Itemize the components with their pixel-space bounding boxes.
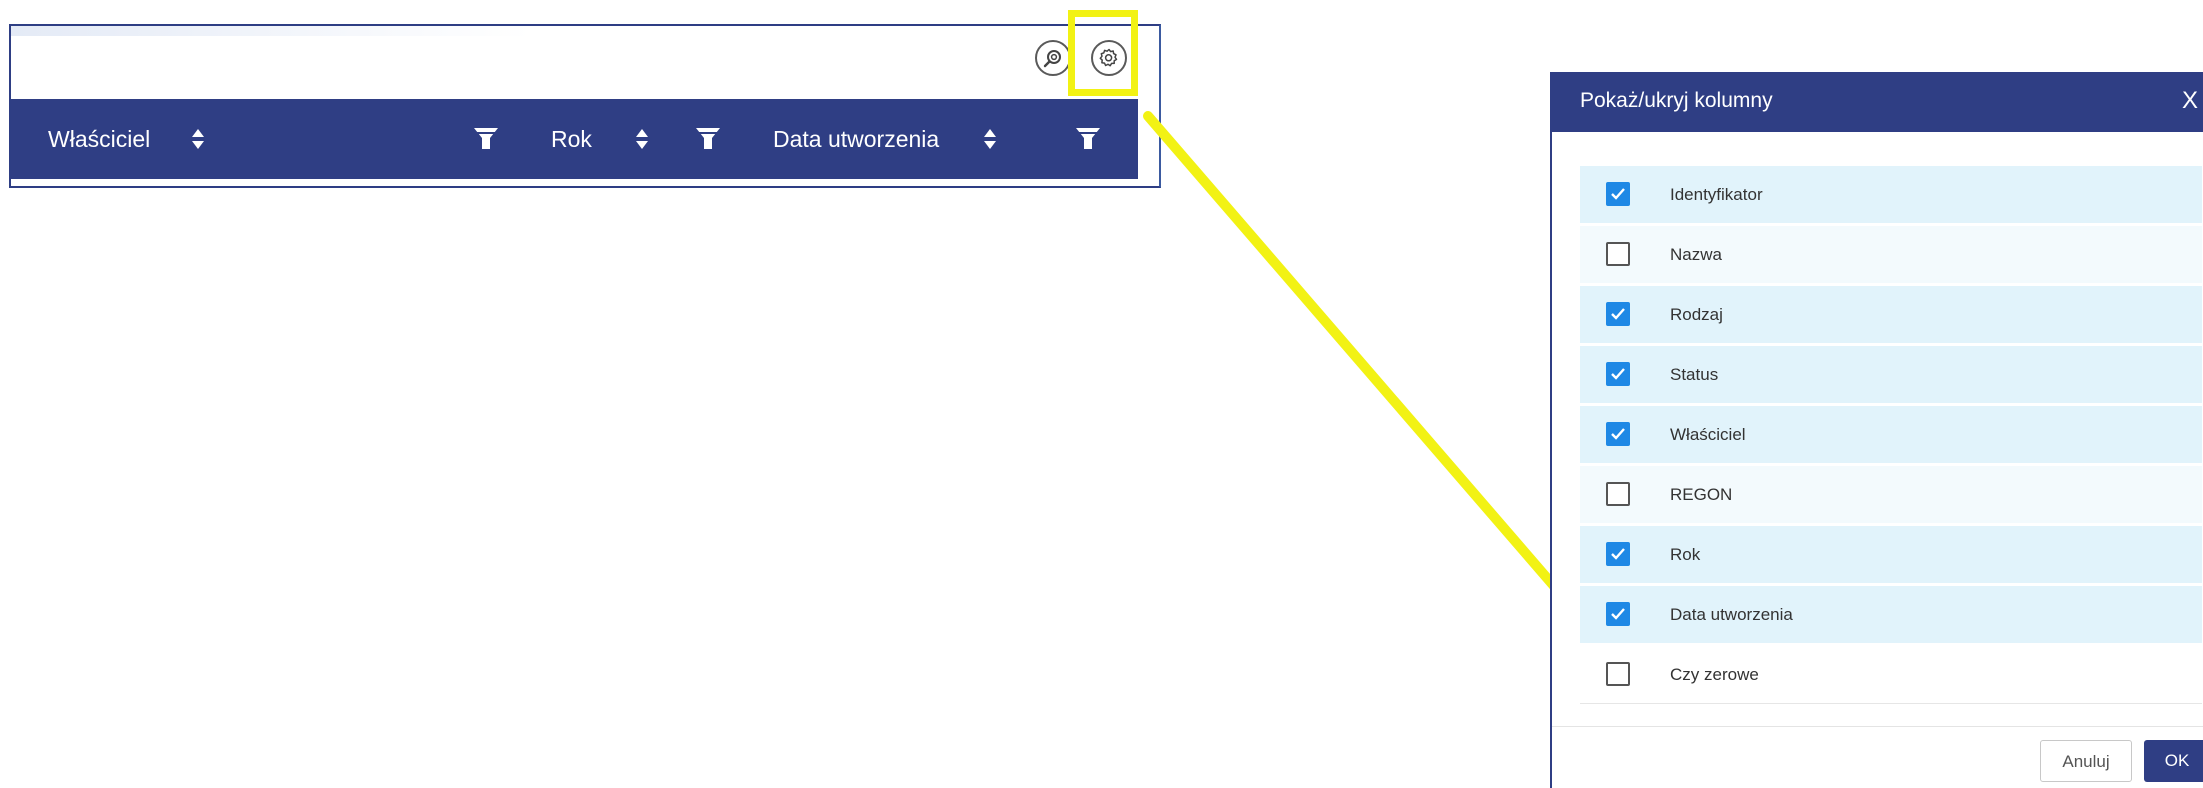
- list-item[interactable]: Rodzaj: [1580, 286, 2202, 344]
- search-icon: [1043, 50, 1061, 68]
- list-item-label: Właściciel: [1670, 425, 1746, 444]
- cancel-button[interactable]: Anuluj: [2040, 740, 2132, 782]
- list-item-label: Rok: [1670, 545, 1701, 564]
- checkmark-icon: [1611, 548, 1625, 560]
- filter-icon[interactable]: [1075, 127, 1101, 151]
- list-item[interactable]: Data utworzenia: [1580, 586, 2202, 644]
- checkmark-icon: [1611, 308, 1625, 320]
- list-item[interactable]: Właściciel: [1580, 406, 2202, 464]
- column-list: Identyfikator Nazwa Rodzaj Status Właści…: [1580, 166, 2202, 706]
- toolbar-shadow: [11, 26, 531, 36]
- dialog-header: Pokaż/ukryj kolumny X: [1552, 72, 2203, 132]
- checkbox-unchecked[interactable]: [1606, 662, 1630, 686]
- gear-icon: [1099, 48, 1118, 67]
- table-header-row: Właściciel Rok Data utworzenia: [11, 99, 1138, 179]
- filter-icon[interactable]: [473, 127, 499, 151]
- checkbox-checked[interactable]: [1606, 542, 1630, 566]
- checkbox-unchecked[interactable]: [1606, 482, 1630, 506]
- list-item-label: Data utworzenia: [1670, 605, 1793, 624]
- list-item[interactable]: Status: [1580, 346, 2202, 404]
- checkmark-icon: [1611, 428, 1625, 440]
- show-hide-columns-dialog: Pokaż/ukryj kolumny X Identyfikator Nazw…: [1550, 72, 2203, 788]
- list-item-label: REGON: [1670, 485, 1733, 504]
- checkbox-checked[interactable]: [1606, 302, 1630, 326]
- dialog-footer-divider: [1552, 726, 2203, 727]
- checkmark-icon: [1611, 608, 1625, 620]
- data-table-panel: Właściciel Rok Data utworzenia: [9, 24, 1161, 188]
- checkbox-unchecked[interactable]: [1606, 242, 1630, 266]
- list-item-label: Rodzaj: [1670, 305, 1723, 324]
- column-header-rok[interactable]: Rok: [551, 99, 592, 179]
- list-item[interactable]: Czy zerowe: [1580, 646, 2202, 704]
- checkmark-icon: [1611, 188, 1625, 200]
- checkbox-checked[interactable]: [1606, 362, 1630, 386]
- list-item-label: Identyfikator: [1670, 185, 1763, 204]
- list-item[interactable]: REGON: [1580, 466, 2202, 524]
- list-item-label: Czy zerowe: [1670, 665, 1759, 684]
- list-item-label: Status: [1670, 365, 1719, 384]
- filter-icon[interactable]: [695, 127, 721, 151]
- checkbox-checked[interactable]: [1606, 602, 1630, 626]
- list-item[interactable]: Nazwa: [1580, 226, 2202, 284]
- sort-icon[interactable]: [191, 127, 205, 151]
- checkmark-icon: [1611, 368, 1625, 380]
- dialog-title: Pokaż/ukryj kolumny: [1580, 89, 1773, 112]
- list-item[interactable]: Rok: [1580, 526, 2202, 584]
- list-item-label: Nazwa: [1670, 245, 1722, 264]
- search-button[interactable]: [1035, 40, 1071, 76]
- sort-icon[interactable]: [983, 127, 997, 151]
- checkbox-checked[interactable]: [1606, 422, 1630, 446]
- column-header-wlasciciel[interactable]: Właściciel: [48, 99, 150, 179]
- column-header-data-utworzenia[interactable]: Data utworzenia: [773, 99, 939, 179]
- list-item[interactable]: Identyfikator: [1580, 166, 2202, 224]
- ok-button[interactable]: OK: [2144, 740, 2203, 782]
- close-icon[interactable]: X: [2182, 72, 2198, 130]
- checkbox-checked[interactable]: [1606, 182, 1630, 206]
- column-settings-button[interactable]: [1091, 40, 1127, 76]
- sort-icon[interactable]: [635, 127, 649, 151]
